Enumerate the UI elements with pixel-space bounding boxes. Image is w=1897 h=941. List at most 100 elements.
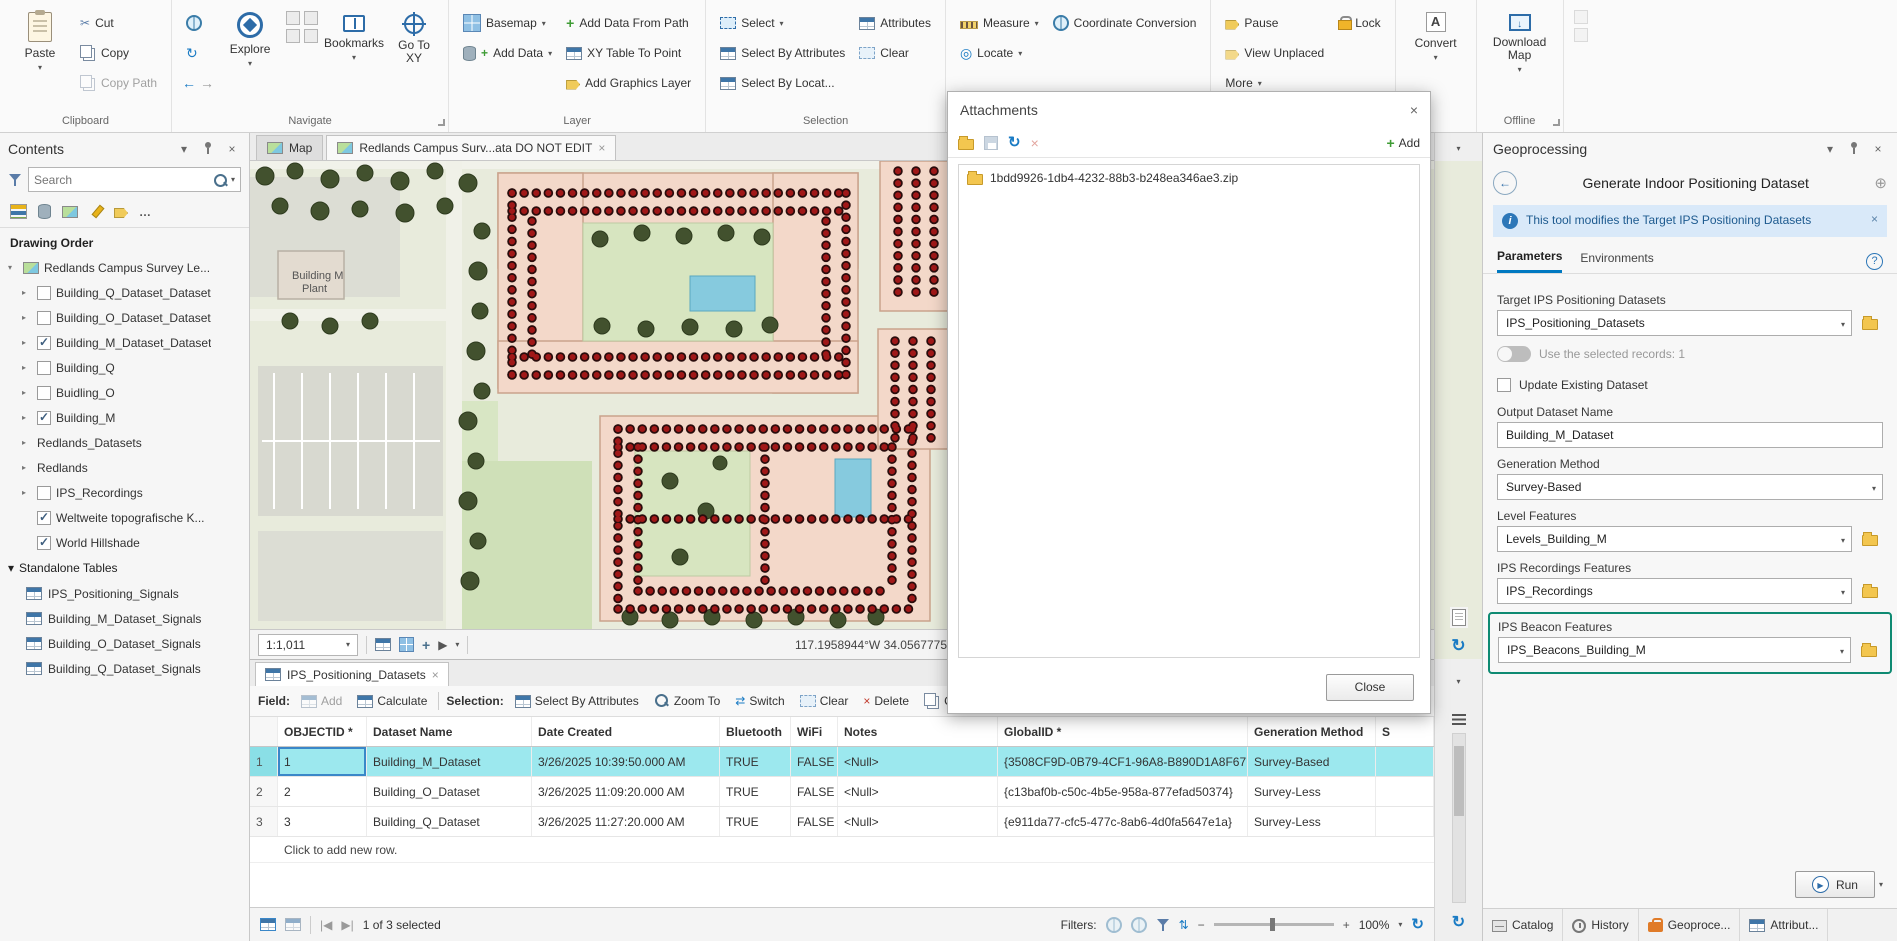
tab-geoprocessing[interactable]: Geoproce... [1639, 909, 1741, 941]
chevron-down-icon[interactable]: ▾ [1398, 920, 1402, 929]
zoom-in-plus-icon[interactable]: + [1343, 919, 1350, 931]
expand-arrow-icon[interactable]: ▸ [22, 313, 32, 322]
table-cell[interactable]: Building_M_Dataset [367, 747, 532, 776]
standalone-table-item[interactable]: Building_M_Dataset_Signals [0, 606, 249, 631]
attachment-item[interactable]: 1bdd9926-1db4-4232-88b3-b248ea346ae3.zip [959, 165, 1419, 190]
table-cell[interactable]: 3 [278, 807, 367, 836]
layer-item[interactable]: ▾ Redlands Campus Survey Le... [0, 255, 249, 280]
pan-crosshair-icon[interactable]: + [422, 638, 430, 652]
expand-arrow-icon[interactable]: ▸ [22, 363, 32, 372]
selection-grid-icon[interactable] [375, 638, 391, 651]
layer-visibility-checkbox[interactable] [37, 535, 51, 550]
measure-button[interactable]: Measure ▾ [956, 8, 1043, 38]
table-cell[interactable]: 2 [278, 777, 367, 806]
column-header[interactable]: Dataset Name [367, 717, 532, 746]
table-cell[interactable]: Survey-Less [1248, 807, 1376, 836]
add-attachment-button[interactable]: + Add [1386, 136, 1420, 150]
bookmarks-button[interactable]: Bookmarks ▾ [324, 8, 384, 100]
pin-icon[interactable] [199, 141, 217, 158]
close-tab-icon[interactable]: × [598, 142, 605, 154]
chevron-down-icon[interactable]: ▾ [455, 640, 459, 649]
table-cell[interactable]: TRUE [720, 807, 791, 836]
pause-labeling-button[interactable]: Pause [1221, 8, 1328, 38]
ips-recordings-combo[interactable]: IPS_Recordings ▾ [1497, 578, 1852, 604]
table-cell[interactable]: {3508CF9D-0B79-4CF1-96A8-B890D1A8F67F} [998, 747, 1248, 776]
refresh-icon[interactable]: ↻ [1008, 135, 1021, 150]
explore-button[interactable]: Explore ▾ [220, 8, 280, 100]
forward-extent-icon[interactable]: → [200, 76, 214, 90]
tab-catalog[interactable]: Catalog [1483, 909, 1564, 941]
scrollbar-thumb[interactable] [1453, 746, 1464, 816]
add-new-row[interactable]: Click to add new row. [250, 837, 1434, 863]
row-header-cell[interactable]: 1 [250, 747, 278, 776]
standalone-table-item[interactable]: Building_O_Dataset_Signals [0, 631, 249, 656]
form-view-icon[interactable] [285, 918, 301, 931]
row-header-cell[interactable]: 3 [250, 807, 278, 836]
table-cell[interactable]: Survey-Based [1248, 747, 1376, 776]
browse-level-button[interactable] [1857, 526, 1883, 552]
layer-visibility-checkbox[interactable] [37, 410, 51, 425]
page-icon[interactable] [1451, 609, 1466, 629]
table-cell[interactable]: {e911da77-cfc5-477c-8ab6-4d0fa5647e1a} [998, 807, 1248, 836]
table-cell[interactable]: Survey-Less [1248, 777, 1376, 806]
list-by-selection-icon[interactable] [62, 205, 78, 218]
delete-attachment-icon[interactable]: × [1031, 136, 1039, 150]
zoom-out-minus-icon[interactable]: − [1198, 919, 1205, 931]
pointer-dropdown-icon[interactable]: ▶ [438, 639, 447, 651]
close-panel-icon[interactable]: × [223, 142, 241, 156]
lock-labels-button[interactable]: Lock [1334, 8, 1384, 38]
column-header[interactable]: Date Created [532, 717, 720, 746]
layer-item[interactable]: ▸ Building_Q_Dataset_Dataset [0, 280, 249, 305]
clear-selection-button[interactable]: Clear [855, 38, 935, 68]
pin-icon[interactable] [1845, 141, 1863, 158]
basemap-button[interactable]: Basemap ▾ [459, 8, 556, 38]
expand-arrow-icon[interactable]: ▸ [22, 463, 32, 472]
collapse-chevron-icon[interactable]: ▾ [1456, 140, 1460, 154]
add-data-button[interactable]: + Add Data ▾ [459, 38, 556, 68]
ips-beacon-features-combo[interactable]: IPS_Beacons_Building_M ▾ [1498, 637, 1851, 663]
table-row[interactable]: 1 1 Building_M_Dataset 3/26/2025 10:39:50.0… [250, 747, 1434, 777]
expand-arrow-icon[interactable]: ▸ [22, 288, 32, 297]
search-input[interactable] [34, 172, 209, 187]
save-icon[interactable] [984, 135, 998, 150]
table-cell[interactable]: FALSE [791, 807, 838, 836]
target-datasets-combo[interactable]: IPS_Positioning_Datasets ▾ [1497, 310, 1852, 336]
scale-selector[interactable]: 1:1,011 ▾ [258, 633, 358, 656]
select-by-attributes-button[interactable]: Select By Attributes [716, 38, 849, 68]
column-header[interactable]: S [1376, 717, 1434, 746]
table-cell[interactable]: 1 [278, 747, 367, 776]
chevron-down-icon[interactable]: ▾ [231, 175, 235, 184]
expand-arrow-icon[interactable]: ▸ [22, 488, 32, 497]
switch-selection-button[interactable]: ⇄ Switch [731, 692, 788, 710]
layer-visibility-checkbox[interactable] [37, 310, 51, 325]
standalone-tables-header[interactable]: ▾ Standalone Tables [0, 555, 249, 581]
locate-button[interactable]: ◎ Locate ▾ [956, 38, 1043, 68]
table-cell[interactable]: <Null> [838, 807, 998, 836]
first-record-icon[interactable]: |◀ [320, 919, 332, 931]
standalone-table-item[interactable]: Building_Q_Dataset_Signals [0, 656, 249, 681]
list-by-drawing-order-icon[interactable] [10, 204, 27, 219]
grid-icon[interactable] [399, 637, 414, 652]
coordinate-conversion-button[interactable]: Coordinate Conversion [1049, 8, 1201, 38]
xy-table-to-point-button[interactable]: XY Table To Point [562, 38, 695, 68]
column-header[interactable]: GlobalID * [998, 717, 1248, 746]
last-record-icon[interactable]: ▶| [341, 919, 353, 931]
update-existing-checkbox[interactable] [1497, 378, 1511, 392]
offline-dialog-launcher-icon[interactable] [1552, 119, 1560, 126]
table-cell[interactable]: TRUE [720, 747, 791, 776]
back-button[interactable]: ← [1493, 171, 1517, 195]
table-cell[interactable]: TRUE [720, 777, 791, 806]
close-button[interactable]: Close [1326, 674, 1414, 701]
delete-selected-button[interactable]: × Delete [859, 692, 913, 710]
table-cell[interactable]: FALSE [791, 747, 838, 776]
paste-button[interactable]: Paste ▾ [10, 8, 70, 100]
table-cell[interactable]: 3/26/2025 11:27:20.000 AM [532, 807, 720, 836]
expand-arrow-icon[interactable]: ▸ [22, 388, 32, 397]
filter-funnel-icon[interactable] [8, 173, 22, 187]
update-existing-checkbox-row[interactable]: Update Existing Dataset [1497, 378, 1883, 392]
filter-settings-icon[interactable] [1156, 918, 1170, 932]
layer-visibility-checkbox[interactable] [37, 335, 51, 350]
add-data-from-path-button[interactable]: + Add Data From Path [562, 8, 695, 38]
layer-item[interactable]: ▸ Building_M [0, 405, 249, 430]
panel-menu-chevron-icon[interactable]: ▾ [1821, 142, 1839, 156]
